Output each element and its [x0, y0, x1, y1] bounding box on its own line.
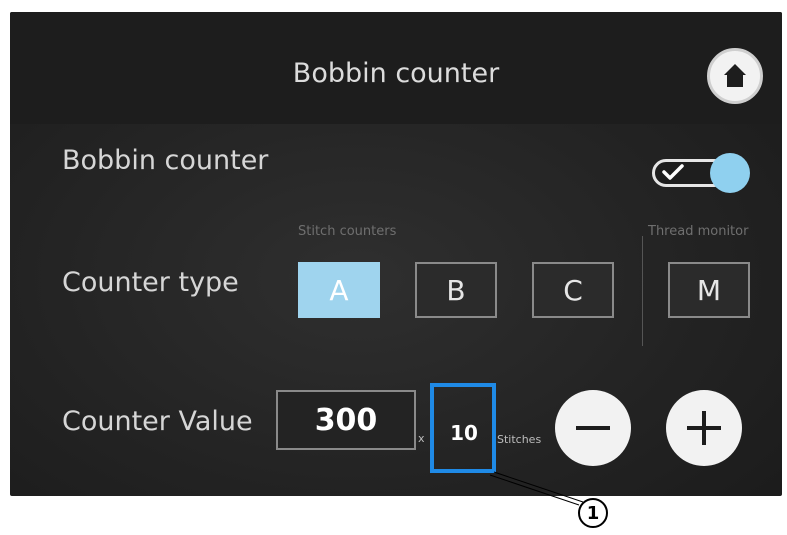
callout-leader-line — [489, 471, 584, 506]
callout-number: 1 — [578, 498, 608, 528]
